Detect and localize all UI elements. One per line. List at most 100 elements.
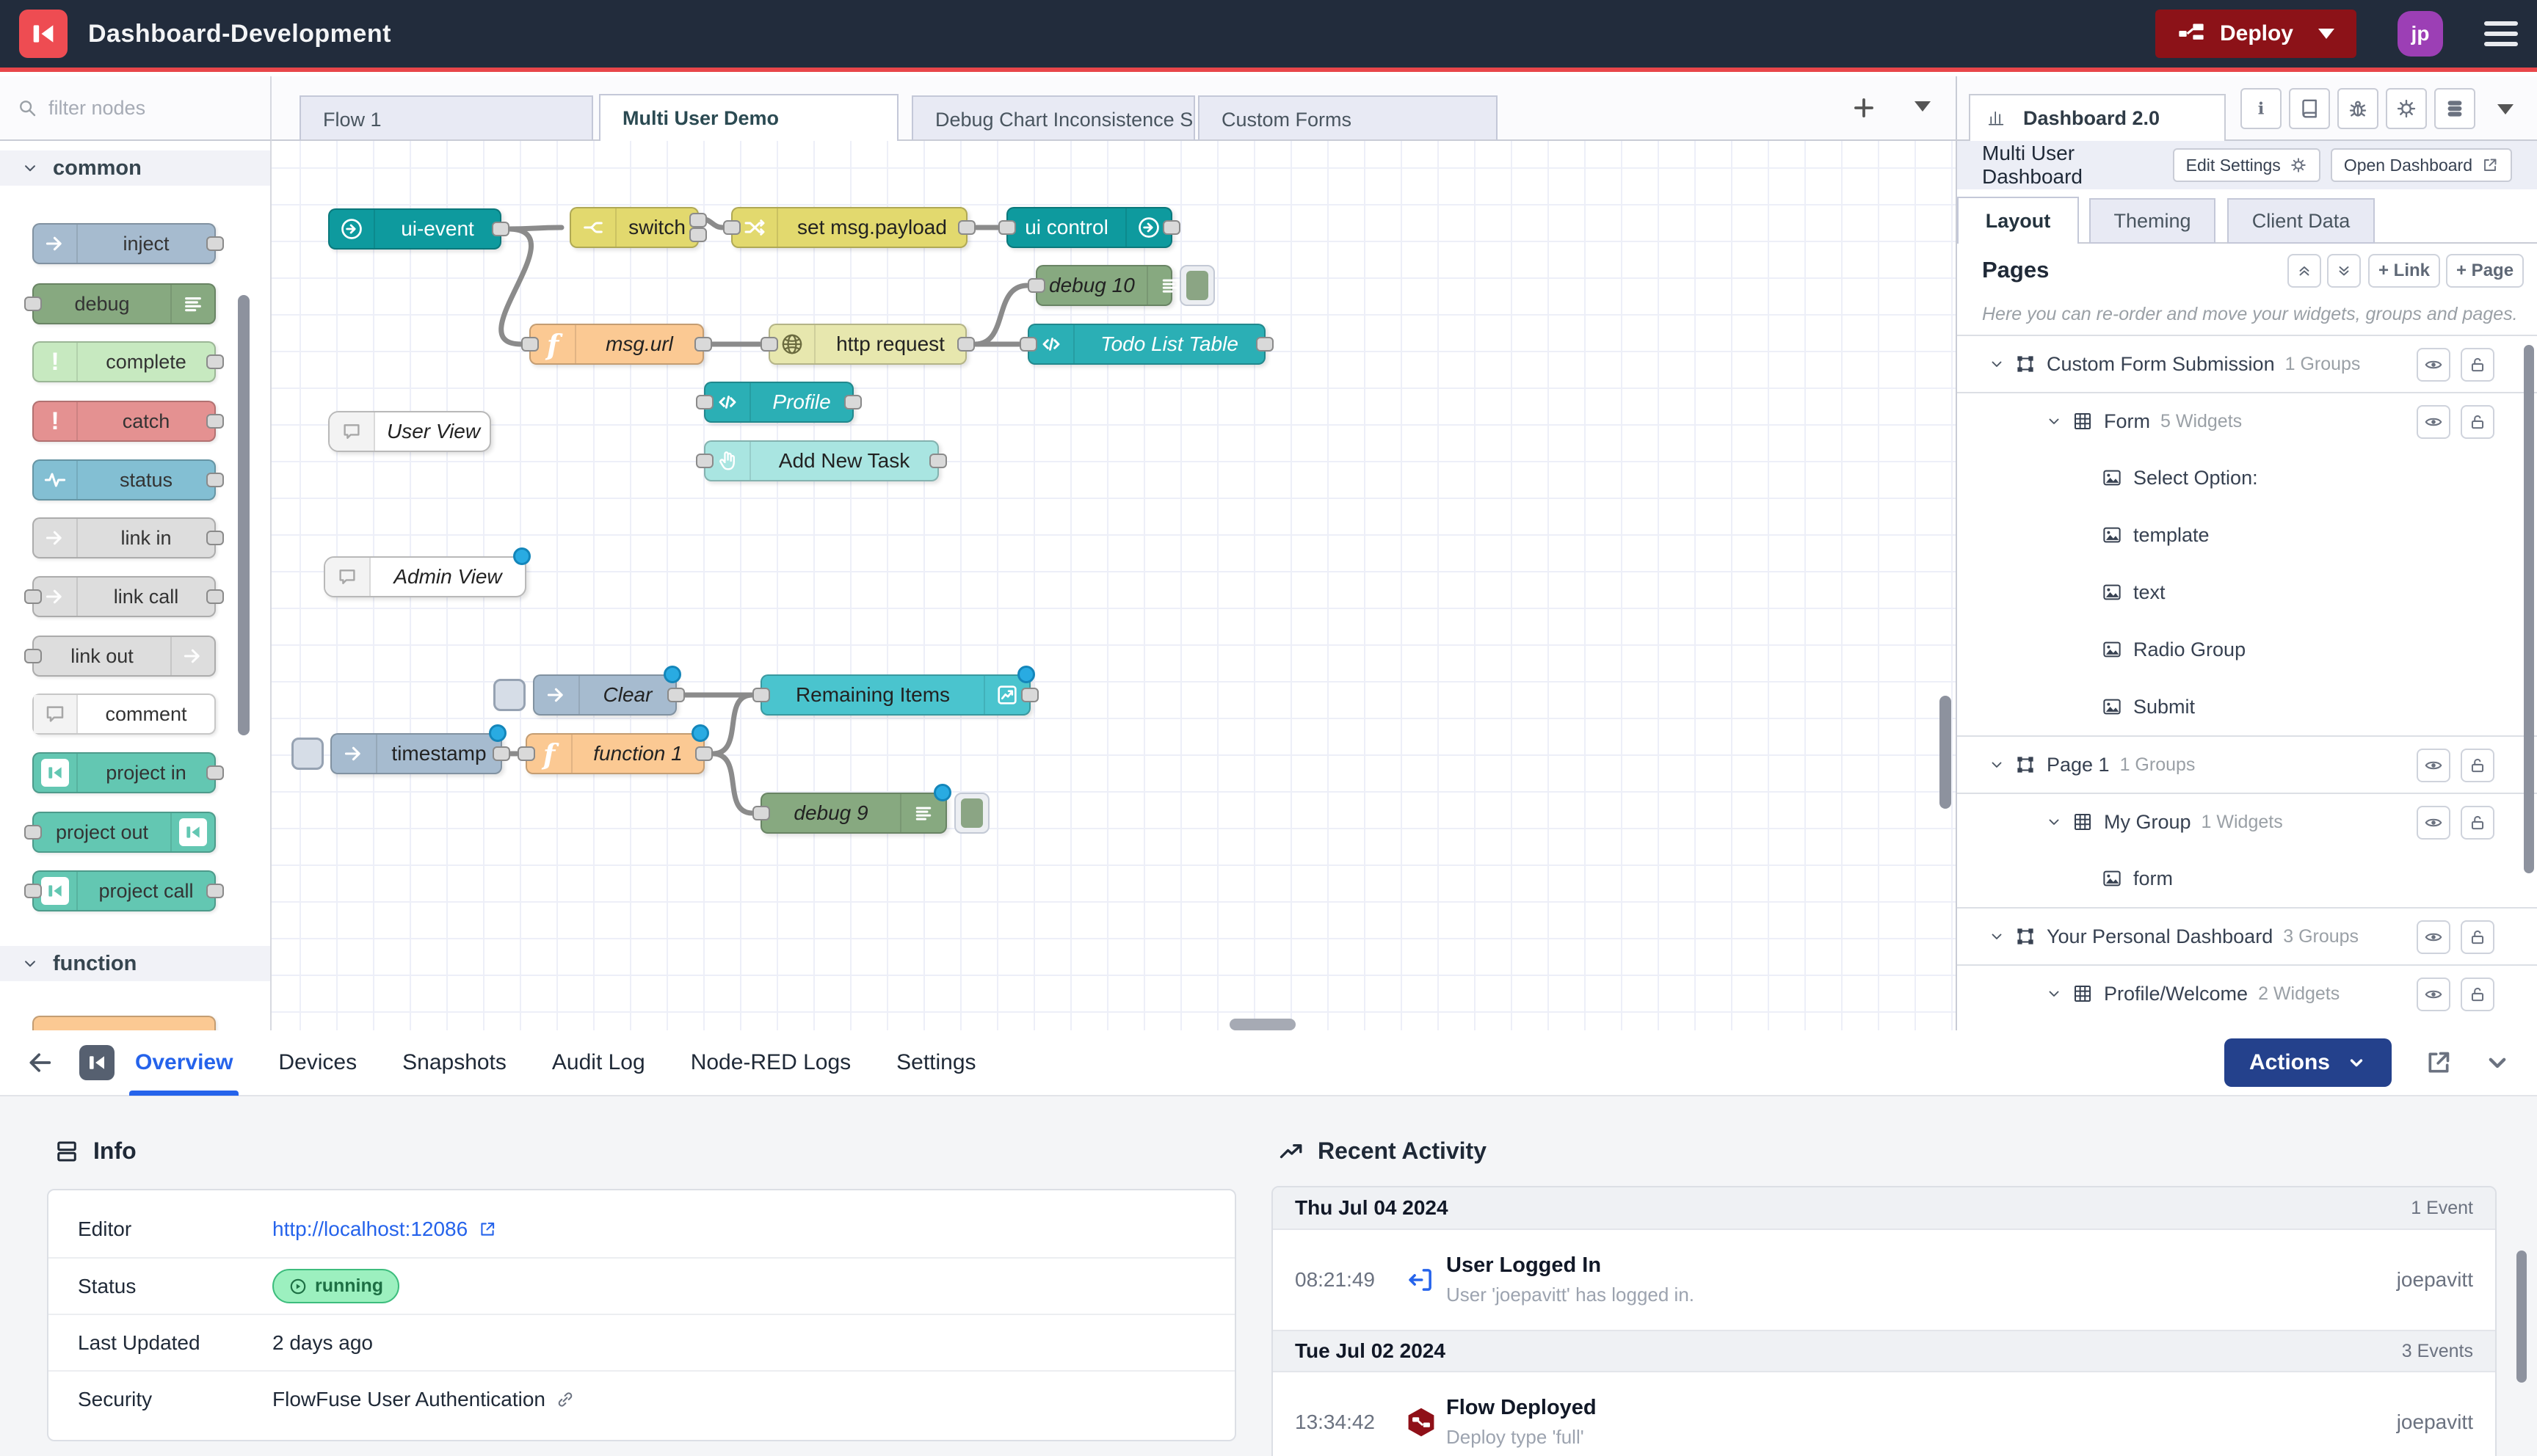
tree-row-widget[interactable]: Radio Group <box>1957 621 2537 678</box>
context-tab-button[interactable] <box>2434 88 2475 129</box>
palette-node-project-out[interactable]: project out <box>32 812 216 853</box>
palette-section-common[interactable]: common <box>0 150 270 186</box>
input-port[interactable] <box>696 454 714 468</box>
node-switch[interactable]: switch <box>570 207 699 248</box>
tree-row-group[interactable]: Form 5 Widgets <box>1957 392 2537 449</box>
help-tab-button[interactable] <box>2289 88 2330 129</box>
output-port[interactable] <box>958 220 976 235</box>
back-icon[interactable] <box>25 1048 54 1077</box>
node-profile[interactable]: Profile <box>704 382 854 423</box>
tab-devices[interactable]: Devices <box>278 1030 357 1096</box>
tree-row-group[interactable]: Profile/Welcome 2 Widgets <box>1957 964 2537 1022</box>
node-comment-admin-view[interactable]: Admin View <box>324 556 526 597</box>
config-tab-button[interactable] <box>2386 88 2427 129</box>
edit-settings-button[interactable]: Edit Settings <box>2173 148 2320 182</box>
output-port[interactable] <box>695 746 713 761</box>
flow-canvas[interactable]: ui-event switch set msg.payload ui contr… <box>272 141 1956 1030</box>
tree-row-page[interactable]: Custom Form Submission 1 Groups <box>1957 335 2537 392</box>
node-ui-event[interactable]: ui-event <box>328 208 501 250</box>
visibility-button[interactable] <box>2417 348 2450 382</box>
lock-button[interactable] <box>2461 405 2494 439</box>
node-debug-9[interactable]: debug 9 <box>761 793 947 834</box>
tab-overview[interactable]: Overview <box>135 1030 233 1096</box>
node-remaining-items[interactable]: Remaining Items <box>761 674 1031 716</box>
palette-node-status[interactable]: status <box>32 459 216 500</box>
palette-node-comment[interactable]: comment <box>32 694 216 735</box>
lock-button[interactable] <box>2461 348 2494 382</box>
flowfuse-logo-icon[interactable] <box>19 10 68 58</box>
collapse-panel-icon[interactable] <box>2483 1048 2512 1077</box>
actions-button[interactable]: Actions <box>2224 1038 2392 1087</box>
open-dashboard-button[interactable]: Open Dashboard <box>2331 148 2512 182</box>
tree-row-page[interactable]: Page 1 1 Groups <box>1957 735 2537 793</box>
inject-button[interactable] <box>291 738 324 770</box>
flow-list-caret-icon[interactable] <box>1914 101 1931 112</box>
main-menu-icon[interactable] <box>2484 21 2518 46</box>
output-port-1[interactable] <box>689 213 707 228</box>
visibility-button[interactable] <box>2417 749 2450 782</box>
output-port[interactable] <box>493 746 510 761</box>
editor-link[interactable]: http://localhost:12086 <box>272 1217 497 1241</box>
visibility-button[interactable] <box>2417 405 2450 439</box>
filter-nodes-input[interactable] <box>47 96 233 120</box>
tab-settings[interactable]: Settings <box>896 1030 976 1096</box>
tab-debug-chart[interactable]: Debug Chart Inconsistence S <box>912 95 1195 141</box>
tree-row-widget[interactable]: form <box>1957 850 2537 907</box>
palette-node-link-call[interactable]: link call <box>32 576 216 617</box>
canvas-vertical-scrollbar[interactable] <box>1939 696 1951 809</box>
output-port[interactable] <box>929 454 947 468</box>
node-comment-user-view[interactable]: User View <box>328 411 491 452</box>
tree-row-widget[interactable]: template <box>1957 506 2537 564</box>
sidebar-more-caret-icon[interactable] <box>2497 104 2514 114</box>
lock-button[interactable] <box>2461 978 2494 1011</box>
palette-node-link-in[interactable]: link in <box>32 517 216 558</box>
palette-section-function[interactable]: function <box>0 946 270 981</box>
lock-button[interactable] <box>2461 749 2494 782</box>
tab-audit-log[interactable]: Audit Log <box>552 1030 645 1096</box>
visibility-button[interactable] <box>2417 978 2450 1011</box>
input-port[interactable] <box>518 746 535 761</box>
tab-node-red-logs[interactable]: Node-RED Logs <box>691 1030 851 1096</box>
tree-row-widget[interactable]: Select Option: <box>1957 449 2537 506</box>
output-port[interactable] <box>667 688 685 702</box>
tree-row-widget[interactable]: Submit <box>1957 678 2537 735</box>
activity-event-row[interactable]: 13:34:42 Flow Deployed Deploy type 'full… <box>1273 1372 2495 1456</box>
palette-scrollbar[interactable] <box>238 295 250 735</box>
input-port[interactable] <box>752 688 770 702</box>
tab-custom-forms[interactable]: Custom Forms <box>1198 95 1498 141</box>
node-add-new-task[interactable]: Add New Task <box>704 440 939 481</box>
node-clear[interactable]: Clear <box>533 674 677 716</box>
visibility-button[interactable] <box>2417 806 2450 840</box>
move-up-button[interactable] <box>2287 254 2321 288</box>
visibility-button[interactable] <box>2417 920 2450 954</box>
lock-button[interactable] <box>2461 806 2494 840</box>
move-down-button[interactable] <box>2327 254 2361 288</box>
debug-toggle-button[interactable] <box>1180 265 1215 306</box>
node-timestamp[interactable]: timestamp <box>330 733 502 774</box>
input-port[interactable] <box>696 395 714 410</box>
activity-scrollbar[interactable] <box>2516 1251 2527 1383</box>
input-port[interactable] <box>1028 278 1045 293</box>
palette-node-complete[interactable]: ! complete <box>32 341 216 382</box>
output-port[interactable] <box>957 337 975 352</box>
input-port[interactable] <box>998 220 1016 235</box>
node-debug-10[interactable]: debug 10 <box>1036 265 1172 306</box>
output-port[interactable] <box>1256 337 1274 352</box>
palette-node-project-in[interactable]: project in <box>32 752 216 793</box>
tab-client-data[interactable]: Client Data <box>2227 198 2375 244</box>
palette-node-inject[interactable]: inject <box>32 223 216 264</box>
input-port[interactable] <box>752 806 770 820</box>
tab-layout[interactable]: Layout <box>1957 197 2079 244</box>
tree-row-page[interactable]: Your Personal Dashboard 3 Groups <box>1957 907 2537 964</box>
debug-tab-button[interactable] <box>2337 88 2378 129</box>
node-ui-control[interactable]: ui control <box>1006 207 1172 248</box>
node-change[interactable]: set msg.payload <box>731 207 968 248</box>
add-page-button[interactable]: + Page <box>2446 254 2524 288</box>
input-port[interactable] <box>761 337 778 352</box>
output-port[interactable] <box>1021 688 1039 702</box>
node-http-request[interactable]: http request <box>769 324 967 365</box>
tree-row-widget[interactable]: text <box>1957 564 2537 621</box>
palette-node-function-partial[interactable] <box>32 1016 216 1030</box>
palette-node-project-call[interactable]: project call <box>32 870 216 911</box>
activity-event-row[interactable]: 08:21:49 User Logged In User 'joepavitt'… <box>1273 1230 2495 1330</box>
